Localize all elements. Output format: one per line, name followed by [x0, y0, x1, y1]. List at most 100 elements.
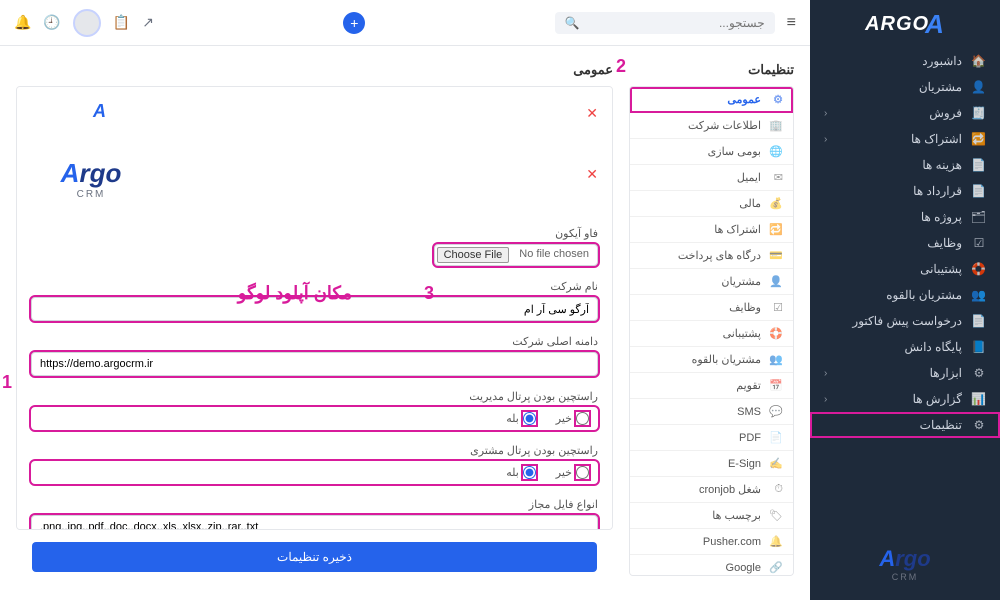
settings-item-label: اطلاعات شرکت: [688, 119, 761, 132]
settings-item-icon: 🛟: [769, 327, 783, 340]
file-status-text: No file chosen: [511, 245, 597, 265]
search-box[interactable]: 🔍: [555, 12, 775, 34]
user-avatar[interactable]: [73, 9, 101, 37]
favicon-file-input[interactable]: Choose File No file chosen: [434, 244, 598, 266]
domain-input[interactable]: [31, 352, 598, 376]
add-button[interactable]: +: [343, 12, 365, 34]
sidebar-icon: 👤: [972, 80, 986, 94]
sidebar-item-4[interactable]: 📄 هزینه ها: [810, 152, 1000, 178]
sidebar-item-12[interactable]: ⚙ ابزارها ‹: [810, 360, 1000, 386]
settings-item-label: مشتریان: [721, 275, 761, 288]
sidebar-item-13[interactable]: 📊 گزارش ها ‹: [810, 386, 1000, 412]
settings-item-label: مشتریان بالقوه: [692, 353, 761, 366]
settings-item-14[interactable]: ✍ E-Sign: [630, 451, 793, 477]
filetypes-field: انواع فایل مجاز: [31, 498, 598, 530]
settings-item-label: درگاه های پرداخت: [678, 249, 761, 262]
settings-item-icon: 🔗: [769, 561, 783, 574]
settings-item-label: Pusher.com: [703, 536, 761, 548]
clock-icon[interactable]: 🕘: [43, 14, 60, 31]
sidebar-icon: ☑: [972, 236, 986, 250]
rtl-admin-yes[interactable]: بله: [506, 412, 536, 425]
settings-item-3[interactable]: ✉ ایمیل: [630, 165, 793, 191]
filetypes-input[interactable]: [31, 515, 598, 530]
settings-panel: تنظیمات ⚙ عمومی🏢 اطلاعات شرکت🌐 بومی سازی…: [629, 62, 794, 584]
settings-item-11[interactable]: 📅 تقویم: [630, 373, 793, 399]
settings-item-12[interactable]: 💬 SMS: [630, 399, 793, 425]
rtl-client-label: راستچین بودن پرتال مشتری: [31, 444, 598, 457]
form-panel: عمومی مکان آپلود لوگو 3 ✕ ✕ A Argo: [16, 62, 613, 584]
sidebar-icon: 🛟: [972, 262, 986, 276]
settings-item-icon: 💳: [769, 249, 783, 262]
sidebar-item-8[interactable]: 🛟 پشتیبانی: [810, 256, 1000, 282]
settings-item-2[interactable]: 🌐 بومی سازی: [630, 139, 793, 165]
sidebar-icon: 📘: [972, 340, 986, 354]
sidebar-icon: 👥: [972, 288, 986, 302]
sidebar-item-label: فروش: [929, 106, 962, 120]
settings-item-icon: 💬: [769, 405, 783, 418]
sidebar-item-10[interactable]: 📄 درخواست پیش فاکتور: [810, 308, 1000, 334]
settings-item-8[interactable]: ☑ وظایف: [630, 295, 793, 321]
chevron-left-icon: ‹: [824, 108, 827, 119]
settings-item-icon: 🔔: [769, 535, 783, 548]
favicon-label: فاو آیکون: [31, 227, 598, 240]
settings-item-1[interactable]: 🏢 اطلاعات شرکت: [630, 113, 793, 139]
sidebar-item-11[interactable]: 📘 پایگاه دانش: [810, 334, 1000, 360]
rtl-client-yes[interactable]: بله: [506, 466, 536, 479]
bell-icon[interactable]: 🔔: [14, 14, 31, 31]
remove-logo-dark-icon[interactable]: ✕: [586, 105, 598, 122]
clipboard-icon[interactable]: 📋: [113, 14, 130, 31]
sidebar-item-3[interactable]: 🔁 اشتراک ها ‹: [810, 126, 1000, 152]
rtl-client-no[interactable]: خیر: [556, 466, 589, 479]
sidebar-icon: 🗂: [972, 210, 986, 224]
sidebar-icon: 📄: [972, 314, 986, 328]
settings-item-17[interactable]: 🔔 Pusher.com: [630, 529, 793, 555]
choose-file-button[interactable]: Choose File: [437, 247, 510, 263]
annotation-2: 2: [616, 56, 626, 77]
rtl-admin-label: راستچین بودن پرتال مدیریت: [31, 390, 598, 403]
sidebar-icon: 📊: [972, 392, 986, 406]
menu-toggle-icon[interactable]: ≡: [787, 14, 796, 32]
sidebar-item-9[interactable]: 👥 مشتریان بالقوه: [810, 282, 1000, 308]
rtl-admin-no[interactable]: خیر: [556, 412, 589, 425]
sidebar-item-label: پشتیبانی: [920, 262, 962, 276]
search-input[interactable]: [588, 16, 765, 30]
sidebar-item-5[interactable]: 📄 قرارداد ها: [810, 178, 1000, 204]
settings-title: تنظیمات: [629, 62, 794, 78]
settings-item-icon: ⚙: [769, 93, 783, 106]
sidebar-item-6[interactable]: 🗂 پروژه ها: [810, 204, 1000, 230]
settings-item-4[interactable]: 💰 مالی: [630, 191, 793, 217]
company-name-input[interactable]: [31, 297, 598, 321]
settings-item-label: پشتیبانی: [723, 327, 761, 340]
sidebar-icon: ⚙: [972, 366, 986, 380]
company-logo-preview: Argo CRM: [31, 151, 151, 207]
settings-item-icon: 💰: [769, 197, 783, 210]
sidebar-item-14[interactable]: ⚙ تنظیمات: [810, 412, 1000, 438]
settings-list: ⚙ عمومی🏢 اطلاعات شرکت🌐 بومی سازی✉ ایمیل💰…: [629, 86, 794, 576]
sidebar-item-0[interactable]: 🏠 داشبورد: [810, 48, 1000, 74]
sidebar-item-1[interactable]: 👤 مشتریان: [810, 74, 1000, 100]
settings-item-9[interactable]: 🛟 پشتیبانی: [630, 321, 793, 347]
settings-item-16[interactable]: 🏷 برچسب ها: [630, 503, 793, 529]
settings-item-10[interactable]: 👥 مشتریان بالقوه: [630, 347, 793, 373]
settings-item-15[interactable]: ⏱ شغل cronjob: [630, 477, 793, 503]
settings-item-18[interactable]: 🔗 Google: [630, 555, 793, 576]
sidebar-item-7[interactable]: ☑ وظایف: [810, 230, 1000, 256]
settings-item-13[interactable]: 📄 PDF: [630, 425, 793, 451]
sidebar-icon: 🔁: [972, 132, 986, 146]
form-body: مکان آپلود لوگو 3 ✕ ✕ A Argo CRM: [16, 86, 613, 530]
settings-item-5[interactable]: 🔁 اشتراک ها: [630, 217, 793, 243]
settings-item-icon: 📄: [769, 431, 783, 444]
sidebar-item-2[interactable]: 🧾 فروش ‹: [810, 100, 1000, 126]
settings-item-label: PDF: [739, 432, 761, 444]
settings-item-0[interactable]: ⚙ عمومی: [630, 87, 793, 113]
settings-item-7[interactable]: 👤 مشتریان: [630, 269, 793, 295]
filetypes-label: انواع فایل مجاز: [31, 498, 598, 511]
favicon-field: فاو آیکون Choose File No file chosen: [31, 227, 598, 266]
company-name-label: نام شرکت: [31, 280, 598, 293]
share-icon[interactable]: ↗: [142, 14, 154, 31]
sidebar-menu: 🏠 داشبورد 👤 مشتریان 🧾 فروش ‹🔁 اشتراک ها …: [810, 48, 1000, 528]
main-sidebar: AARGO 🏠 داشبورد 👤 مشتریان 🧾 فروش ‹🔁 اشتر…: [810, 0, 1000, 600]
save-settings-button[interactable]: ذخیره تنظیمات: [32, 542, 597, 572]
remove-logo-light-icon[interactable]: ✕: [586, 166, 598, 183]
settings-item-6[interactable]: 💳 درگاه های پرداخت: [630, 243, 793, 269]
